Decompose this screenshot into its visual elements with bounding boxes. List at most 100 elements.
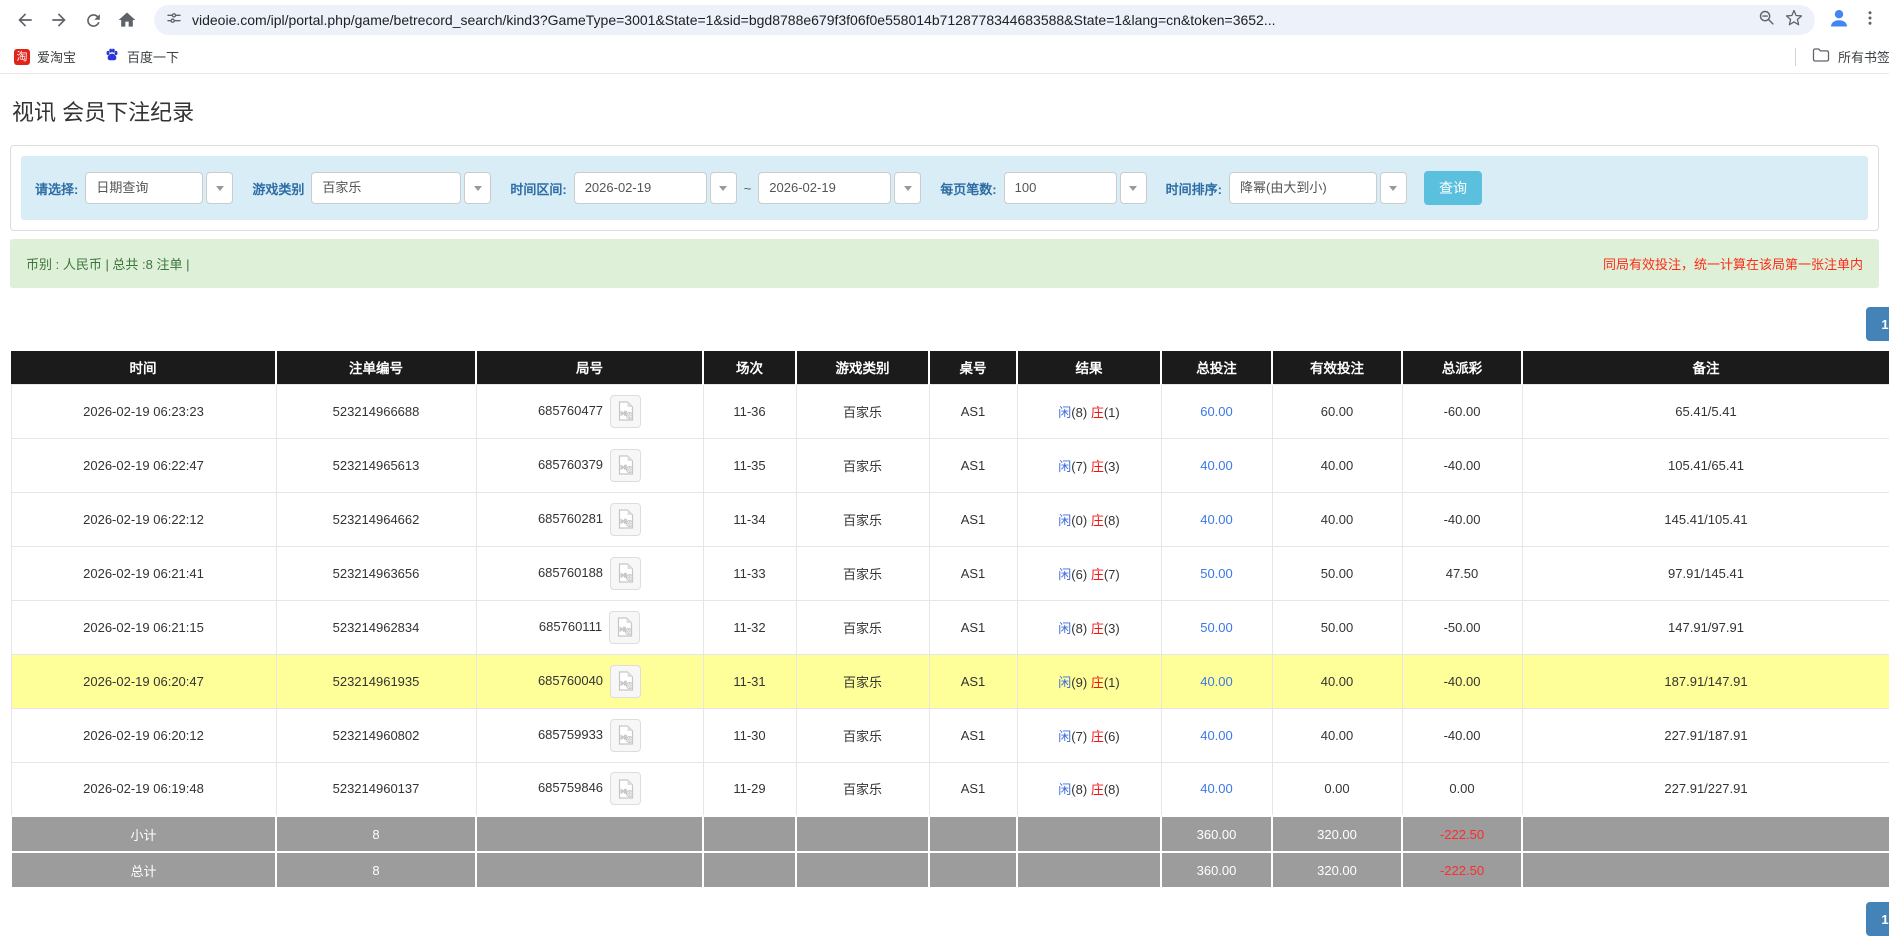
filter-bar: 请选择: 日期查询 游戏类别 百家乐 时间区间: 2026-02-19 ~ 20…: [21, 156, 1868, 220]
home-icon[interactable]: [112, 5, 142, 35]
cell-payout: -50.00: [1402, 600, 1522, 654]
sort-order-label: 时间排序:: [1166, 179, 1222, 198]
cell-total-bet: 40.00: [1161, 762, 1272, 816]
sort-order-select[interactable]: 降幂(由大到小): [1229, 172, 1407, 204]
filter-panel: 请选择: 日期查询 游戏类别 百家乐 时间区间: 2026-02-19 ~ 20…: [10, 145, 1879, 231]
chevron-down-icon[interactable]: [894, 172, 921, 204]
cell-session: 11-32: [703, 600, 796, 654]
video-replay-button[interactable]: [610, 395, 641, 428]
bet-records-table: 时间注单编号局号场次游戏类别桌号结果总投注有效投注总派彩备注 2026-02-1…: [10, 351, 1889, 889]
cell-total-bet: 40.00: [1161, 654, 1272, 708]
pagination-page-button[interactable]: 1: [1866, 307, 1889, 341]
table-row: 2026-02-19 06:23:23523214966688685760477…: [11, 384, 1889, 438]
pagination-page-button[interactable]: 1: [1866, 902, 1889, 936]
video-replay-button[interactable]: [610, 503, 641, 536]
cell-session: 11-34: [703, 492, 796, 546]
tune-icon[interactable]: [166, 10, 182, 31]
cell-valid-bet: 40.00: [1272, 708, 1402, 762]
date-to-input[interactable]: 2026-02-19: [758, 172, 921, 204]
query-type-label: 请选择:: [35, 179, 78, 198]
video-replay-button[interactable]: [610, 719, 641, 752]
total-bet-link[interactable]: 60.00: [1200, 404, 1233, 419]
notice-text: 同局有效投注，统一计算在该局第一张注单内: [1603, 254, 1863, 273]
cell-game-type: 百家乐: [796, 438, 929, 492]
bookmark-taobao[interactable]: 淘 爱淘宝: [14, 47, 76, 66]
cell-payout: -40.00: [1402, 708, 1522, 762]
address-bar[interactable]: videoie.com/ipl/portal.php/game/betrecor…: [154, 5, 1815, 35]
cell-total-bet: 50.00: [1161, 546, 1272, 600]
cell-game-type: 百家乐: [796, 546, 929, 600]
summary-empty-cell: [1017, 816, 1161, 852]
browser-toolbar: videoie.com/ipl/portal.php/game/betrecor…: [0, 0, 1889, 40]
summary-total-bet: 360.00: [1161, 852, 1272, 888]
bookmark-baidu[interactable]: 百度一下: [104, 47, 179, 66]
cell-total-bet: 50.00: [1161, 600, 1272, 654]
banker-result: 庄: [1091, 567, 1104, 582]
menu-dots-icon[interactable]: [1861, 8, 1879, 33]
column-header: 游戏类别: [796, 351, 929, 384]
summary-label: 小计: [11, 816, 276, 852]
cell-table-no: AS1: [929, 600, 1017, 654]
bookmark-star-icon[interactable]: [1785, 9, 1803, 32]
banker-result: 庄: [1091, 782, 1104, 797]
column-header: 备注: [1522, 351, 1889, 384]
cell-valid-bet: 50.00: [1272, 546, 1402, 600]
chevron-down-icon[interactable]: [1120, 172, 1147, 204]
total-bet-link[interactable]: 40.00: [1200, 458, 1233, 473]
cell-round-id: 685760188: [476, 546, 703, 600]
cell-remark: 227.91/187.91: [1522, 708, 1889, 762]
summary-payout: -222.50: [1402, 816, 1522, 852]
cell-round-id: 685760281: [476, 492, 703, 546]
reload-icon[interactable]: [78, 5, 108, 35]
summary-empty-cell: [476, 852, 703, 888]
all-bookmarks[interactable]: 所有书签: [1795, 40, 1889, 73]
cell-table-no: AS1: [929, 762, 1017, 816]
video-replay-button[interactable]: [610, 449, 641, 482]
summary-count: 8: [276, 816, 476, 852]
total-bet-link[interactable]: 50.00: [1200, 620, 1233, 635]
range-separator: ~: [744, 181, 752, 196]
chevron-down-icon[interactable]: [206, 172, 233, 204]
banker-result: 庄: [1091, 729, 1104, 744]
profile-avatar-icon[interactable]: [1827, 6, 1851, 35]
video-replay-button[interactable]: [610, 557, 641, 590]
cell-time: 2026-02-19 06:23:23: [11, 384, 276, 438]
cell-session: 11-30: [703, 708, 796, 762]
total-bet-link[interactable]: 40.00: [1200, 781, 1233, 796]
total-bet-link[interactable]: 40.00: [1200, 512, 1233, 527]
player-result: 闲: [1058, 459, 1071, 474]
forward-icon[interactable]: [44, 5, 74, 35]
query-type-select[interactable]: 日期查询: [85, 172, 233, 204]
column-header: 时间: [11, 351, 276, 384]
video-replay-button[interactable]: [610, 772, 641, 805]
search-button[interactable]: 查询: [1424, 171, 1482, 205]
chevron-down-icon[interactable]: [710, 172, 737, 204]
chevron-down-icon[interactable]: [1380, 172, 1407, 204]
cell-bet-id: 523214961935: [276, 654, 476, 708]
date-from-input[interactable]: 2026-02-19: [574, 172, 737, 204]
total-bet-link[interactable]: 50.00: [1200, 566, 1233, 581]
total-bet-link[interactable]: 40.00: [1200, 674, 1233, 689]
round-id: 685760040: [538, 672, 603, 687]
table-row: 2026-02-19 06:22:47523214965613685760379…: [11, 438, 1889, 492]
video-replay-button[interactable]: [609, 611, 640, 644]
zoom-out-icon[interactable]: [1758, 9, 1775, 31]
cell-game-type: 百家乐: [796, 492, 929, 546]
summary-empty-cell: [476, 816, 703, 852]
game-type-select[interactable]: 百家乐: [311, 172, 491, 204]
pagination-bottom: 1: [0, 902, 1889, 936]
cell-result: 闲(8) 庄(8): [1017, 762, 1161, 816]
total-bet-link[interactable]: 40.00: [1200, 728, 1233, 743]
cell-bet-id: 523214962834: [276, 600, 476, 654]
cell-time: 2026-02-19 06:21:41: [11, 546, 276, 600]
column-header: 注单编号: [276, 351, 476, 384]
back-icon[interactable]: [10, 5, 40, 35]
column-header: 场次: [703, 351, 796, 384]
page-size-select[interactable]: 100: [1004, 172, 1147, 204]
cell-table-no: AS1: [929, 438, 1017, 492]
chevron-down-icon[interactable]: [464, 172, 491, 204]
url-text[interactable]: videoie.com/ipl/portal.php/game/betrecor…: [192, 12, 1748, 28]
cell-payout: -40.00: [1402, 492, 1522, 546]
player-result: 闲: [1058, 729, 1071, 744]
video-replay-button[interactable]: [610, 665, 641, 698]
